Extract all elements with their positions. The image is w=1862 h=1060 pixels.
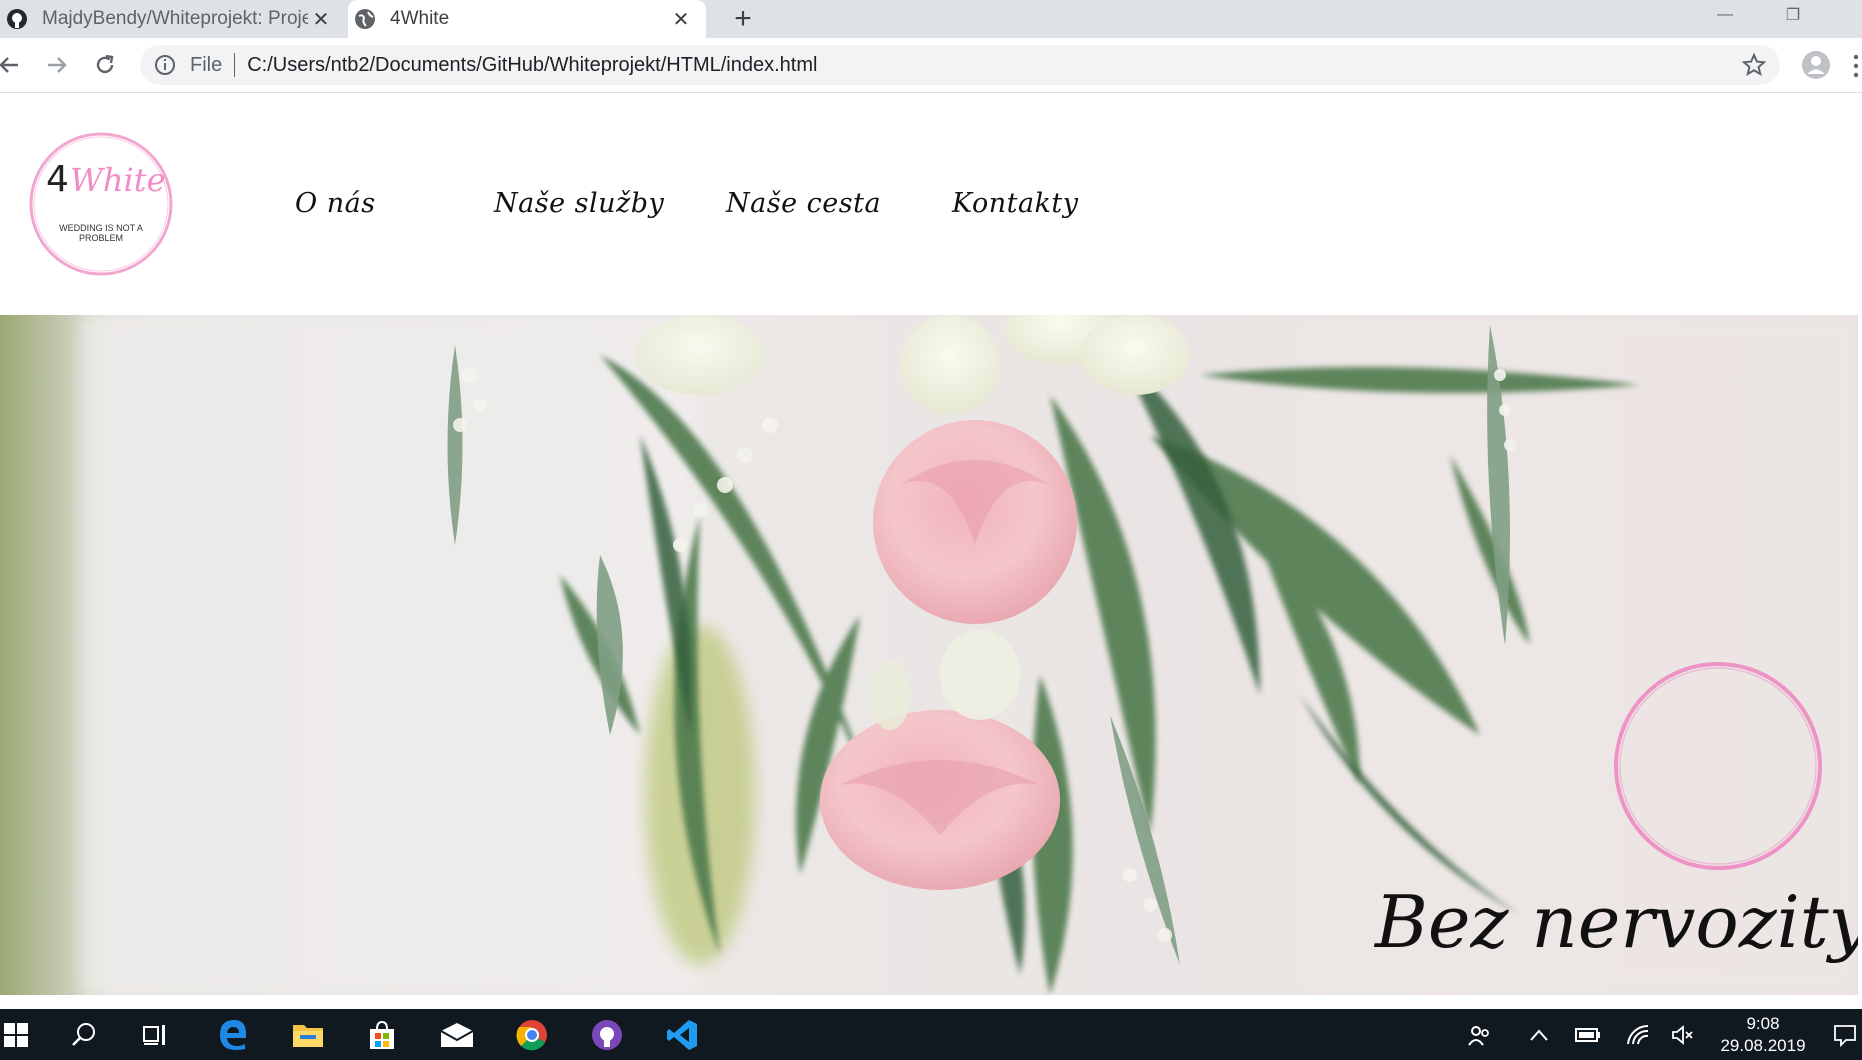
browser-tab-strip: MajdyBendy/Whiteprojekt: Projek ✕ 4White… (0, 0, 1862, 38)
chrome-icon[interactable] (502, 1009, 562, 1060)
globe-icon (354, 8, 376, 30)
github-desktop-icon[interactable] (577, 1009, 637, 1060)
notifications-icon[interactable] (1831, 1021, 1859, 1049)
windows-start-icon[interactable] (0, 1009, 46, 1060)
back-button[interactable] (0, 48, 26, 82)
mail-icon[interactable] (427, 1009, 487, 1060)
scheme-label: File (190, 53, 223, 76)
nav-link-nase-cesta[interactable]: Naše cesta (726, 188, 881, 219)
hero-banner: Bez nervozity (0, 315, 1858, 995)
battery-icon[interactable] (1574, 1021, 1602, 1049)
tab-4white[interactable]: 4White ✕ (348, 0, 706, 38)
logo-number: 4 (46, 159, 69, 200)
volume-muted-icon[interactable] (1669, 1021, 1697, 1049)
close-icon[interactable]: ✕ (308, 6, 334, 32)
tab-title: MajdyBendy/Whiteprojekt: Projek (42, 8, 308, 29)
task-view-icon[interactable] (126, 1009, 186, 1060)
logo-tagline: WEDDING IS NOT A PROBLEM (28, 223, 174, 243)
tab-github[interactable]: MajdyBendy/Whiteprojekt: Projek ✕ (0, 0, 346, 38)
nav-link-nase-sluzby[interactable]: Naše služby (494, 188, 664, 219)
nav-link-o-nas[interactable]: O nás (295, 188, 376, 219)
bookmark-star-icon[interactable] (1742, 53, 1766, 77)
file-explorer-icon[interactable] (278, 1009, 338, 1060)
people-icon[interactable] (1465, 1021, 1493, 1049)
logo-wordmark: 4 White WEDDING IS NOT A PROBLEM (28, 131, 174, 277)
back-arrow-icon (0, 57, 18, 73)
new-tab-button[interactable]: + (726, 2, 760, 36)
store-icon[interactable] (352, 1009, 412, 1060)
site-logo[interactable]: 4 White WEDDING IS NOT A PROBLEM (28, 131, 174, 277)
hero-caption: Bez nervozity (1375, 880, 1858, 964)
divider (234, 53, 236, 77)
clock-date: 29.08.2019 (1720, 1036, 1806, 1055)
web-page: 4 White WEDDING IS NOT A PROBLEM O nás N… (0, 93, 1862, 1009)
url-text[interactable]: C:/Users/ntb2/Documents/GitHub/Whiteproj… (247, 54, 817, 77)
nav-link-kontakty[interactable]: Kontakty (952, 188, 1079, 219)
logo-script: White (70, 161, 166, 199)
minimize-button[interactable]: — (1700, 0, 1750, 30)
browser-toolbar: File C:/Users/ntb2/Documents/GitHub/Whit… (0, 38, 1862, 93)
github-icon (6, 8, 28, 30)
logo-tagline-line2: PROBLEM (78, 233, 123, 243)
vscode-icon[interactable] (652, 1009, 712, 1060)
reload-button[interactable] (88, 48, 122, 82)
forward-button[interactable] (40, 48, 74, 82)
profile-avatar-icon[interactable] (1799, 48, 1833, 82)
wifi-icon[interactable] (1624, 1021, 1652, 1049)
chevron-up-icon[interactable] (1525, 1021, 1553, 1049)
clock-time: 9:08 (1746, 1014, 1780, 1033)
logo-tagline-line1: WEDDING IS NOT A (59, 223, 143, 233)
info-icon[interactable] (154, 54, 176, 76)
address-bar[interactable]: File C:/Users/ntb2/Documents/GitHub/Whit… (140, 45, 1780, 85)
forward-arrow-icon (48, 57, 67, 73)
reload-icon (96, 54, 114, 74)
windows-taskbar: 9:08 29.08.2019 (0, 1009, 1862, 1060)
restore-button[interactable]: ❐ (1768, 0, 1818, 30)
tab-title: 4White (390, 8, 450, 29)
system-clock[interactable]: 9:08 29.08.2019 (1708, 1013, 1818, 1057)
more-menu-icon[interactable] (1850, 52, 1862, 80)
search-icon[interactable] (54, 1009, 114, 1060)
edge-icon[interactable] (203, 1009, 263, 1060)
close-icon[interactable]: ✕ (668, 6, 694, 32)
